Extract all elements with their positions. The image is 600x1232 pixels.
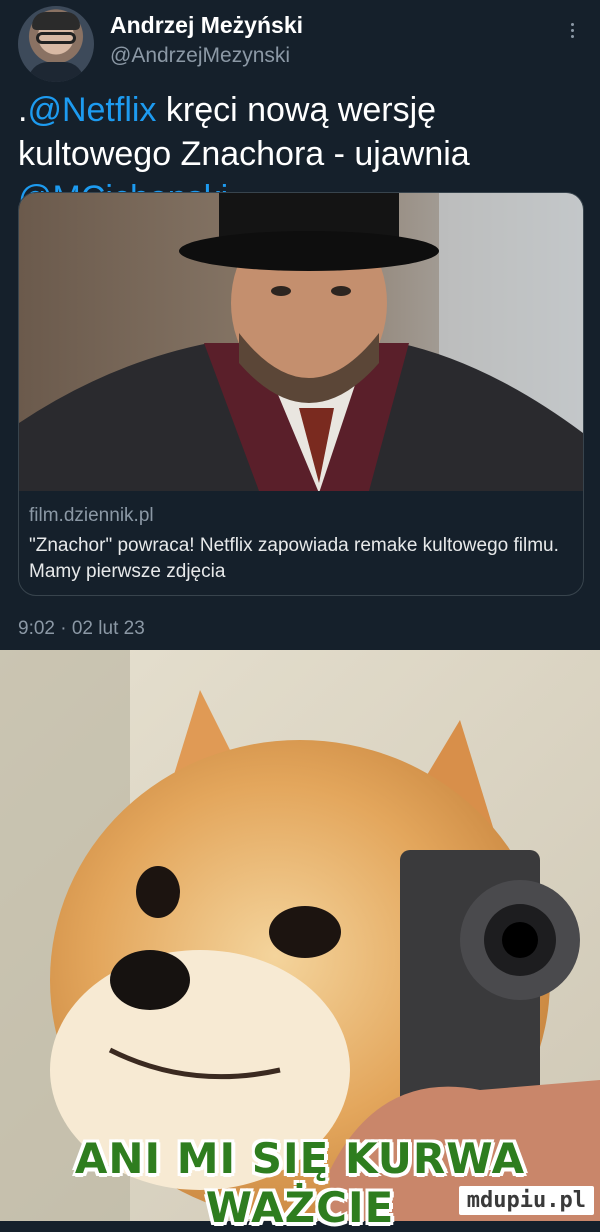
tweet-timestamp[interactable]: 9:02 · 02 lut 23	[18, 618, 145, 640]
link-card[interactable]: film.dziennik.pl "Znachor" powraca! Netf…	[18, 192, 584, 596]
watermark: mdupiu.pl	[458, 1186, 594, 1215]
tweet: Andrzej Meżyński @AndrzejMezynski .@Netf…	[0, 0, 600, 650]
card-title: "Znachor" powraca! Netflix zapowiada rem…	[29, 535, 559, 582]
avatar-hair	[32, 12, 80, 30]
avatar[interactable]	[18, 6, 94, 82]
author-handle[interactable]: @AndrzejMezynski	[110, 44, 290, 68]
card-domain: film.dziennik.pl	[29, 505, 154, 526]
card-image	[19, 193, 583, 491]
avatar-glasses	[36, 32, 76, 44]
meme-caption: ANI MI SIĘ KURWA WAŻCIE	[74, 1134, 526, 1232]
mention-netflix[interactable]: @Netflix	[27, 91, 156, 129]
more-vertical-icon[interactable]	[560, 20, 584, 50]
author-name[interactable]: Andrzej Meżyński	[110, 12, 303, 39]
avatar-shirt	[28, 62, 84, 82]
